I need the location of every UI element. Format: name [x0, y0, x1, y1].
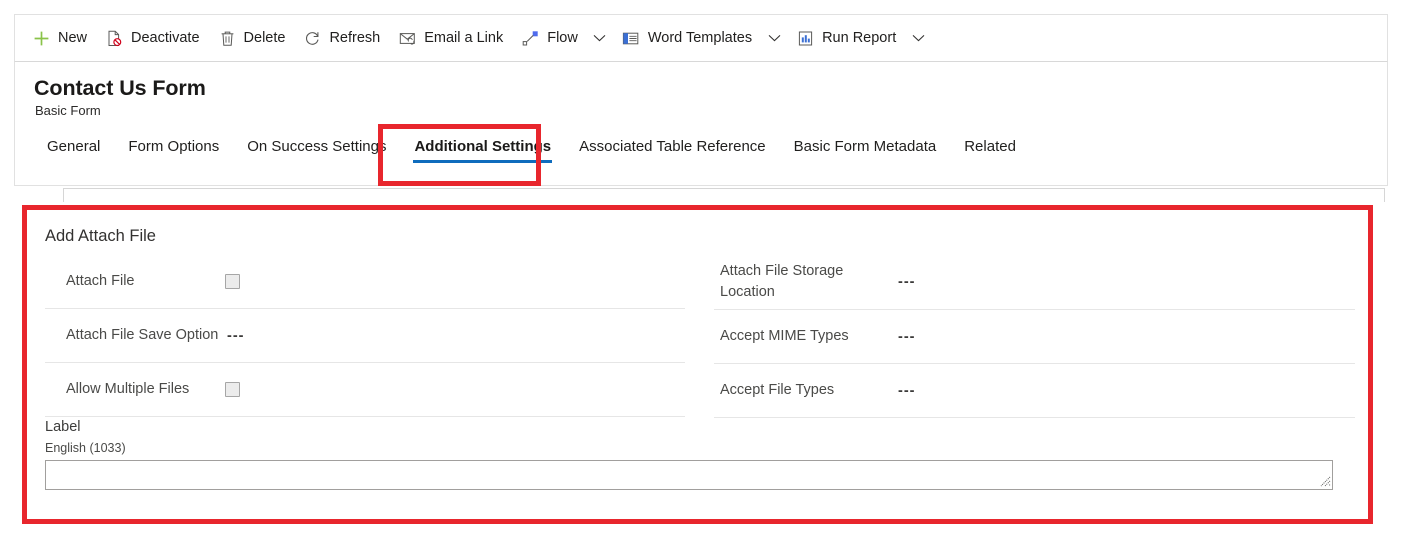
- record-header: Contact Us Form Basic Form General Form …: [14, 62, 1388, 186]
- allow-multiple-files-checkbox[interactable]: [225, 382, 240, 397]
- app-page: New Deactivate Delete Refresh Email a Li…: [0, 0, 1411, 544]
- tab-additional-settings-label: Additional Settings: [414, 138, 552, 155]
- accept-mime-types-value[interactable]: ---: [894, 329, 916, 345]
- word-templates-button-label: Word Templates: [647, 30, 753, 47]
- deactivate-button[interactable]: Deactivate: [96, 18, 209, 58]
- label-block-language: English (1033): [45, 441, 126, 455]
- accept-file-types-value[interactable]: ---: [894, 383, 916, 399]
- tab-form-options-label: Form Options: [128, 138, 220, 155]
- tab-basic-form-metadata[interactable]: Basic Form Metadata: [780, 132, 951, 165]
- run-report-chevron-down-icon[interactable]: [905, 18, 931, 58]
- tab-related-label: Related: [964, 138, 1016, 155]
- tab-general[interactable]: General: [33, 132, 114, 165]
- flow-button-label: Flow: [547, 30, 578, 47]
- flow-chevron-down-icon[interactable]: [587, 18, 613, 58]
- field-attach-file-save-option-label: Attach File Save Option: [66, 327, 219, 343]
- email-link-icon: [398, 29, 417, 48]
- add-attach-file-section: Add Attach File Attach File Attach File …: [28, 210, 1373, 524]
- word-templates-chevron-down-icon[interactable]: [761, 18, 787, 58]
- trash-icon: [218, 29, 237, 48]
- plus-icon: [32, 29, 51, 48]
- deactivate-icon: [105, 29, 124, 48]
- tab-strip: General Form Options On Success Settings…: [33, 132, 1030, 176]
- tab-associated-table-reference[interactable]: Associated Table Reference: [565, 132, 780, 165]
- delete-button[interactable]: Delete: [209, 18, 295, 58]
- field-accept-file-types-label: Accept File Types: [720, 382, 835, 398]
- tab-general-label: General: [47, 138, 101, 155]
- new-button-label: New: [58, 30, 88, 47]
- attach-file-checkbox[interactable]: [225, 274, 240, 289]
- run-report-button[interactable]: Run Report: [787, 18, 905, 58]
- scrolled-panel-edge: [63, 188, 1385, 202]
- refresh-button-label: Refresh: [329, 30, 381, 47]
- field-accept-file-types: Accept File Types ---: [714, 364, 1355, 418]
- refresh-button[interactable]: Refresh: [294, 18, 389, 58]
- tab-form-options[interactable]: Form Options: [114, 132, 233, 165]
- page-subtitle: Basic Form: [35, 103, 101, 118]
- flow-icon: [521, 29, 540, 48]
- email-a-link-button[interactable]: Email a Link: [389, 18, 512, 58]
- form-column-left: Attach File Attach File Save Option --- …: [28, 255, 700, 418]
- word-templates-button[interactable]: Word Templates: [613, 18, 761, 58]
- form-columns: Attach File Attach File Save Option --- …: [28, 255, 1373, 418]
- form-column-right: Attach File Storage Location --- Accept …: [700, 255, 1372, 418]
- page-title: Contact Us Form: [34, 76, 206, 100]
- word-template-icon: [622, 29, 641, 48]
- email-a-link-button-label: Email a Link: [424, 30, 504, 47]
- field-accept-mime-types: Accept MIME Types ---: [714, 310, 1355, 364]
- field-accept-mime-types-label: Accept MIME Types: [720, 328, 849, 344]
- deactivate-button-label: Deactivate: [131, 30, 200, 47]
- tab-on-success-settings[interactable]: On Success Settings: [233, 132, 400, 165]
- tab-related[interactable]: Related: [950, 132, 1030, 165]
- attach-file-storage-location-value[interactable]: ---: [894, 274, 916, 290]
- tab-associated-table-reference-label: Associated Table Reference: [579, 138, 766, 155]
- new-button[interactable]: New: [23, 18, 96, 58]
- field-allow-multiple-files-label: Allow Multiple Files: [66, 381, 190, 397]
- field-attach-file-label: Attach File: [66, 273, 135, 289]
- label-block: Label English (1033): [45, 419, 1356, 490]
- field-attach-file-storage-location: Attach File Storage Location ---: [714, 255, 1355, 310]
- flow-button[interactable]: Flow: [512, 18, 587, 58]
- refresh-icon: [303, 29, 322, 48]
- tab-on-success-settings-label: On Success Settings: [247, 138, 387, 155]
- field-attach-file: Attach File: [45, 255, 685, 309]
- label-block-title: Label: [45, 419, 81, 435]
- delete-button-label: Delete: [243, 30, 286, 47]
- command-bar: New Deactivate Delete Refresh Email a Li…: [14, 14, 1388, 62]
- field-attach-file-storage-location-label: Attach File Storage Location: [720, 263, 844, 300]
- label-input[interactable]: [45, 460, 1333, 490]
- run-report-icon: [796, 29, 815, 48]
- tab-basic-form-metadata-label: Basic Form Metadata: [793, 138, 937, 155]
- field-attach-file-save-option: Attach File Save Option ---: [45, 309, 685, 363]
- attach-file-save-option-value[interactable]: ---: [223, 328, 245, 344]
- run-report-button-label: Run Report: [822, 30, 897, 47]
- section-title: Add Attach File: [45, 227, 156, 245]
- tab-additional-settings[interactable]: Additional Settings: [400, 132, 565, 165]
- field-allow-multiple-files: Allow Multiple Files: [45, 363, 685, 417]
